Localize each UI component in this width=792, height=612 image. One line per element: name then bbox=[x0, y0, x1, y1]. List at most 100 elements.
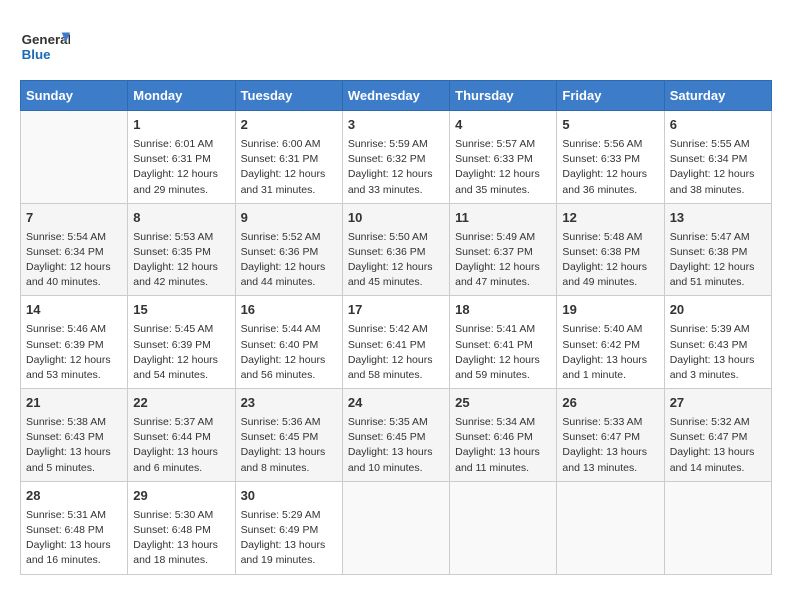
day-info-line: Daylight: 13 hours bbox=[562, 445, 658, 460]
header-cell-sunday: Sunday bbox=[21, 81, 128, 111]
calendar-cell: 14Sunrise: 5:46 AMSunset: 6:39 PMDayligh… bbox=[21, 296, 128, 389]
calendar-cell: 6Sunrise: 5:55 AMSunset: 6:34 PMDaylight… bbox=[664, 111, 771, 204]
day-info-line: and 16 minutes. bbox=[26, 553, 122, 568]
day-info-line: Sunrise: 5:47 AM bbox=[670, 230, 766, 245]
day-info-line: and 5 minutes. bbox=[26, 461, 122, 476]
day-number: 5 bbox=[562, 116, 658, 135]
day-info-line: Sunset: 6:41 PM bbox=[348, 338, 444, 353]
day-info-line: and 36 minutes. bbox=[562, 183, 658, 198]
day-info-line: Daylight: 13 hours bbox=[670, 445, 766, 460]
calendar-cell: 5Sunrise: 5:56 AMSunset: 6:33 PMDaylight… bbox=[557, 111, 664, 204]
day-info-line: Sunrise: 6:00 AM bbox=[241, 137, 337, 152]
day-number: 23 bbox=[241, 394, 337, 413]
week-row-5: 28 Sunrise: 5:31 AM Sunset: 6:48 PMDayligh… bbox=[21, 481, 772, 574]
calendar-cell: 16Sunrise: 5:44 AMSunset: 6:40 PMDayligh… bbox=[235, 296, 342, 389]
day-info-line: Daylight: 12 hours bbox=[133, 260, 229, 275]
header-row: SundayMondayTuesdayWednesdayThursdayFrid… bbox=[21, 81, 772, 111]
day-number: 26 bbox=[562, 394, 658, 413]
day-info-line: Sunrise: 5:41 AM bbox=[455, 322, 551, 337]
day-info-line: and 53 minutes. bbox=[26, 368, 122, 383]
day-info-line: Sunrise: 5:38 AM bbox=[26, 415, 122, 430]
calendar-body: 1Sunrise: 6:01 AMSunset: 6:31 PMDaylight… bbox=[21, 111, 772, 575]
day-info-line: Sunset: 6:41 PM bbox=[455, 338, 551, 353]
week-row-2: 7Sunrise: 5:54 AMSunset: 6:34 PMDaylight… bbox=[21, 203, 772, 296]
day-info-line: Sunrise: 5:31 AM bbox=[26, 508, 122, 523]
day-info-line: Sunrise: 5:29 AM bbox=[241, 508, 337, 523]
day-info-line: and 10 minutes. bbox=[348, 461, 444, 476]
day-number: 12 bbox=[562, 209, 658, 228]
day-info-line: and 51 minutes. bbox=[670, 275, 766, 290]
day-info-line: Sunrise: 5:48 AM bbox=[562, 230, 658, 245]
day-info-line: Sunrise: 5:50 AM bbox=[348, 230, 444, 245]
calendar-cell bbox=[450, 481, 557, 574]
day-info-line: Daylight: 13 hours bbox=[670, 353, 766, 368]
header-cell-thursday: Thursday bbox=[450, 81, 557, 111]
calendar-cell: 1Sunrise: 6:01 AMSunset: 6:31 PMDaylight… bbox=[128, 111, 235, 204]
day-info-line: Sunrise: 5:59 AM bbox=[348, 137, 444, 152]
day-info-line: and 19 minutes. bbox=[241, 553, 337, 568]
day-info-line: and 35 minutes. bbox=[455, 183, 551, 198]
day-number: 7 bbox=[26, 209, 122, 228]
day-info-line: and 54 minutes. bbox=[133, 368, 229, 383]
day-info-line: Sunset: 6:37 PM bbox=[455, 245, 551, 260]
header-cell-monday: Monday bbox=[128, 81, 235, 111]
day-info-line: and 11 minutes. bbox=[455, 461, 551, 476]
calendar-cell: 23 Sunrise: 5:36 AMSunset: 6:45 PMDayligh… bbox=[235, 389, 342, 482]
day-number: 21 bbox=[26, 394, 122, 413]
day-number: 28 bbox=[26, 487, 122, 506]
calendar-cell: 29Sunrise: 5:30 AMSunset: 6:48 PMDayligh… bbox=[128, 481, 235, 574]
day-number: 11 bbox=[455, 209, 551, 228]
calendar-cell: 9Sunrise: 5:52 AMSunset: 6:36 PMDaylight… bbox=[235, 203, 342, 296]
header-cell-tuesday: Tuesday bbox=[235, 81, 342, 111]
day-info-line: Sunset: 6:48 PM bbox=[133, 523, 229, 538]
calendar-cell bbox=[664, 481, 771, 574]
day-info-line: Sunset: 6:38 PM bbox=[562, 245, 658, 260]
header-cell-friday: Friday bbox=[557, 81, 664, 111]
calendar-cell: 15Sunrise: 5:45 AMSunset: 6:39 PMDayligh… bbox=[128, 296, 235, 389]
day-info-line: Daylight: 12 hours bbox=[670, 167, 766, 182]
day-info-line: Sunrise: 5:40 AM bbox=[562, 322, 658, 337]
calendar-cell bbox=[557, 481, 664, 574]
day-info-line: Sunset: 6:47 PM bbox=[562, 430, 658, 445]
day-info-line: Sunset: 6:39 PM bbox=[26, 338, 122, 353]
day-number: 29 bbox=[133, 487, 229, 506]
calendar-cell: 2Sunrise: 6:00 AMSunset: 6:31 PMDaylight… bbox=[235, 111, 342, 204]
day-info-line: Daylight: 12 hours bbox=[455, 167, 551, 182]
day-info-line: Sunset: 6:42 PM bbox=[562, 338, 658, 353]
day-info-line: Sunset: 6:34 PM bbox=[26, 245, 122, 260]
day-info-line: Sunrise: 5:33 AM bbox=[562, 415, 658, 430]
day-info-line: Sunrise: 5:36 AM bbox=[241, 415, 337, 430]
day-info-line: and 8 minutes. bbox=[241, 461, 337, 476]
day-number: 4 bbox=[455, 116, 551, 135]
day-number: 9 bbox=[241, 209, 337, 228]
day-info-line: Daylight: 12 hours bbox=[348, 353, 444, 368]
day-info-line: and 29 minutes. bbox=[133, 183, 229, 198]
calendar-cell: 20Sunrise: 5:39 AMSunset: 6:43 PMDayligh… bbox=[664, 296, 771, 389]
day-info-line: and 42 minutes. bbox=[133, 275, 229, 290]
day-info-line: Sunset: 6:40 PM bbox=[241, 338, 337, 353]
day-number: 15 bbox=[133, 301, 229, 320]
day-info-line: and 40 minutes. bbox=[26, 275, 122, 290]
day-info-line: Sunset: 6:36 PM bbox=[348, 245, 444, 260]
week-row-3: 14Sunrise: 5:46 AMSunset: 6:39 PMDayligh… bbox=[21, 296, 772, 389]
day-info-line: Daylight: 13 hours bbox=[562, 353, 658, 368]
calendar-cell bbox=[21, 111, 128, 204]
calendar-cell: 8Sunrise: 5:53 AMSunset: 6:35 PMDaylight… bbox=[128, 203, 235, 296]
week-row-4: 21Sunrise: 5:38 AMSunset: 6:43 PMDayligh… bbox=[21, 389, 772, 482]
day-info-line: and 44 minutes. bbox=[241, 275, 337, 290]
day-info-line: Daylight: 12 hours bbox=[670, 260, 766, 275]
calendar-cell: 4Sunrise: 5:57 AMSunset: 6:33 PMDaylight… bbox=[450, 111, 557, 204]
day-info-line: Sunset: 6:49 PM bbox=[241, 523, 337, 538]
day-info-line: Daylight: 13 hours bbox=[133, 538, 229, 553]
day-info-line: Sunset: 6:46 PM bbox=[455, 430, 551, 445]
day-info-line: Sunset: 6:45 PM bbox=[241, 430, 337, 445]
day-info-line: Daylight: 12 hours bbox=[26, 353, 122, 368]
day-info-line: Daylight: 12 hours bbox=[133, 167, 229, 182]
day-info-line: and 38 minutes. bbox=[670, 183, 766, 198]
day-number: 3 bbox=[348, 116, 444, 135]
day-info-line: Daylight: 12 hours bbox=[348, 260, 444, 275]
day-info-line: Daylight: 13 hours bbox=[241, 445, 337, 460]
day-info-line: Daylight: 12 hours bbox=[241, 353, 337, 368]
day-info-line: Sunrise: 5:44 AM bbox=[241, 322, 337, 337]
day-info-line: and 56 minutes. bbox=[241, 368, 337, 383]
